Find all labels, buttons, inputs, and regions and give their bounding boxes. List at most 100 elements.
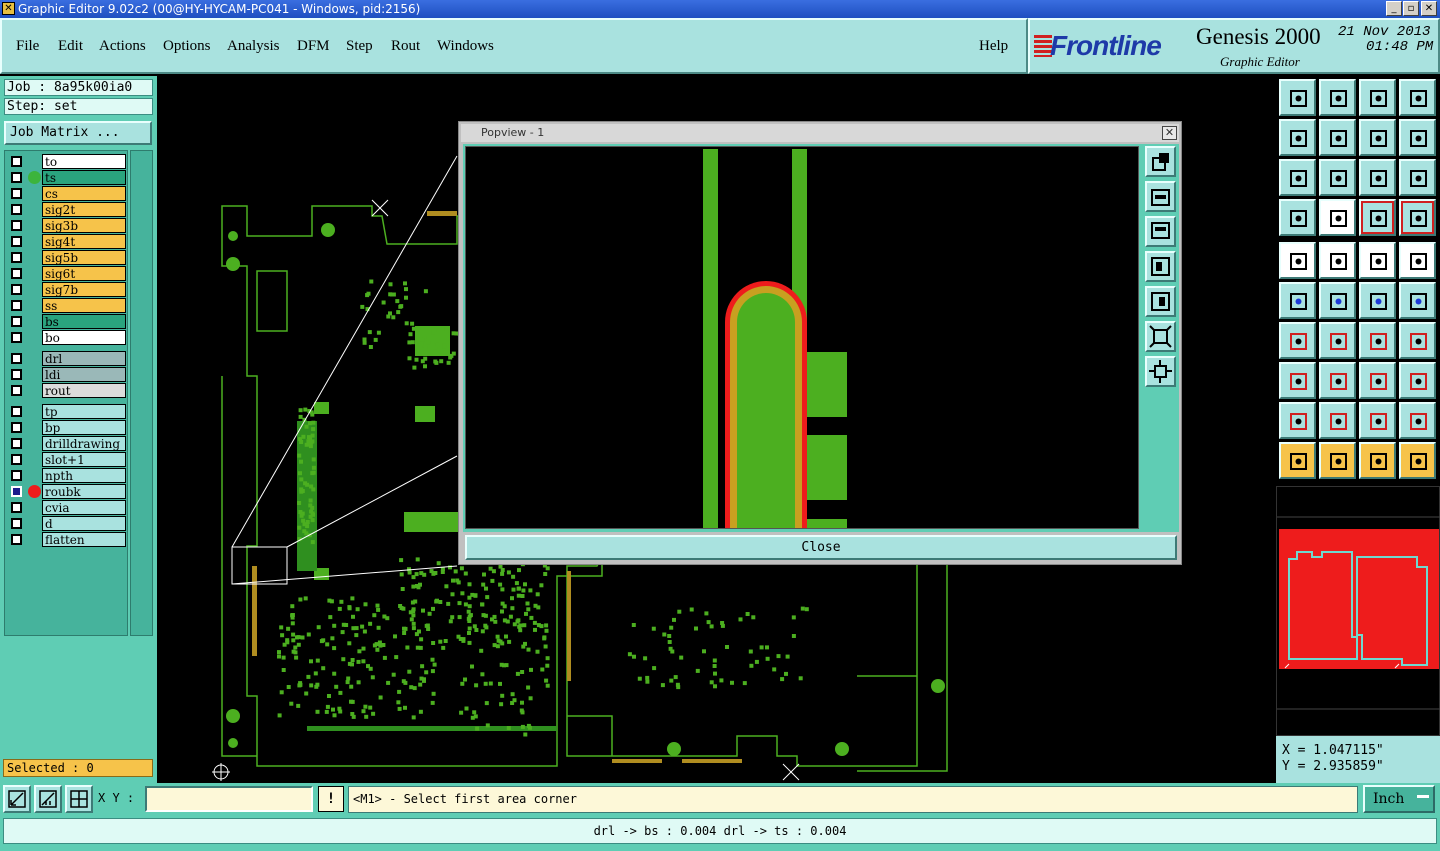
layer-row[interactable]: ldi xyxy=(7,367,127,382)
layer-name[interactable]: slot+1 xyxy=(42,452,126,467)
layer-name[interactable]: drl xyxy=(42,351,126,366)
layer-checkbox[interactable] xyxy=(11,204,22,215)
layer-checkbox[interactable] xyxy=(11,534,22,545)
layer-name[interactable]: bo xyxy=(42,330,126,345)
pan-up-icon[interactable] xyxy=(1319,79,1356,116)
layer-checkbox[interactable] xyxy=(11,300,22,311)
query-icon[interactable] xyxy=(1399,159,1436,196)
zoom-home-icon[interactable] xyxy=(1279,79,1316,116)
layer-name[interactable]: ts xyxy=(42,170,126,185)
layer-row[interactable]: bo xyxy=(7,330,127,345)
tools-icon[interactable] xyxy=(1279,199,1316,236)
window-close-button[interactable]: ✕ xyxy=(1421,1,1437,16)
layer-row[interactable]: flatten xyxy=(7,532,127,547)
layer-row[interactable]: ss xyxy=(7,298,127,313)
layer-row[interactable]: drl xyxy=(7,351,127,366)
layer-name[interactable]: sig4t xyxy=(42,234,126,249)
layer-name[interactable]: sig2t xyxy=(42,202,126,217)
select-frame-icon[interactable] xyxy=(1319,442,1356,479)
layer-name[interactable]: drilldrawing xyxy=(42,436,126,451)
layer-checkbox[interactable] xyxy=(11,369,22,380)
dimension-icon[interactable] xyxy=(1359,362,1396,399)
zoom-1-to-1-icon[interactable] xyxy=(1359,159,1396,196)
layer-row[interactable]: sig4t xyxy=(7,234,127,249)
layer-name[interactable]: rout xyxy=(42,383,126,398)
ruler-icon[interactable] xyxy=(1359,242,1396,279)
layer-checkbox[interactable] xyxy=(11,268,22,279)
layer-row[interactable]: cvia xyxy=(7,500,127,515)
xy-input[interactable] xyxy=(145,786,313,812)
popview-zoom-icon[interactable] xyxy=(1145,356,1176,387)
menu-options[interactable]: Options xyxy=(163,38,211,55)
menu-actions[interactable]: Actions xyxy=(99,38,146,55)
angle-icon[interactable] xyxy=(1279,322,1316,359)
minimize-button[interactable]: _ xyxy=(1386,1,1402,16)
triangle-icon[interactable] xyxy=(1279,402,1316,439)
select-net-icon[interactable] xyxy=(1399,442,1436,479)
arc-icon[interactable] xyxy=(1359,322,1396,359)
execute-button[interactable]: ! xyxy=(318,786,344,812)
layer-checkbox[interactable] xyxy=(11,284,22,295)
layer-checkbox[interactable] xyxy=(11,502,22,513)
snap-icon[interactable] xyxy=(1399,282,1436,319)
home-view-icon[interactable] xyxy=(1359,79,1396,116)
popview-zoom-fit-icon[interactable] xyxy=(1145,321,1176,352)
menu-edit[interactable]: Edit xyxy=(58,38,83,55)
layer-checkbox[interactable] xyxy=(11,236,22,247)
move-icon[interactable] xyxy=(1359,282,1396,319)
menu-analysis[interactable]: Analysis xyxy=(227,38,280,55)
line-draw-icon[interactable] xyxy=(1319,242,1356,279)
layer-checkbox[interactable] xyxy=(11,156,22,167)
split-view-icon[interactable] xyxy=(1399,79,1436,116)
grid-icon[interactable] xyxy=(1319,199,1356,236)
layer-name[interactable]: tp xyxy=(42,404,126,419)
line-icon[interactable] xyxy=(1319,362,1356,399)
layer-name[interactable]: bp xyxy=(42,420,126,435)
slope-icon[interactable] xyxy=(1319,322,1356,359)
popview-pan-down-icon[interactable] xyxy=(1145,216,1176,247)
layer-checkbox[interactable] xyxy=(11,172,22,183)
layer-compare-icon[interactable] xyxy=(1399,199,1436,236)
layer-row[interactable]: bp xyxy=(7,420,127,435)
layer-row[interactable]: drilldrawing xyxy=(7,436,127,451)
popview-canvas[interactable] xyxy=(465,146,1139,529)
layer-checkbox[interactable] xyxy=(11,332,22,343)
layer-checkbox[interactable] xyxy=(11,470,22,481)
layer-checkbox[interactable] xyxy=(11,438,22,449)
layer-row[interactable]: rout xyxy=(7,383,127,398)
job-matrix-button[interactable]: Job Matrix ... xyxy=(4,121,152,145)
connect-icon[interactable] xyxy=(1279,282,1316,319)
layer-row[interactable]: sig6t xyxy=(7,266,127,281)
area-icon[interactable] xyxy=(1359,402,1396,439)
layer-row[interactable]: sig3b xyxy=(7,218,127,233)
layer-row[interactable]: sig5b xyxy=(7,250,127,265)
popview-close-icon[interactable]: ✕ xyxy=(1162,126,1177,140)
layer-row[interactable]: d xyxy=(7,516,127,531)
split-icon[interactable] xyxy=(1399,322,1436,359)
popview-pan-right-icon[interactable] xyxy=(1145,286,1176,317)
layer-checkbox[interactable] xyxy=(11,486,22,497)
menu-rout[interactable]: Rout xyxy=(391,38,420,55)
layer-checkbox[interactable] xyxy=(11,353,22,364)
layer-name[interactable]: ldi xyxy=(42,367,126,382)
polygon-icon[interactable] xyxy=(1319,402,1356,439)
layer-name[interactable]: npth xyxy=(42,468,126,483)
menu-windows[interactable]: Windows xyxy=(437,38,494,55)
layer-list-scrollbar[interactable] xyxy=(130,150,153,636)
circle-icon[interactable] xyxy=(1399,242,1436,279)
cross-icon[interactable] xyxy=(1319,282,1356,319)
grid-mode-icon[interactable] xyxy=(65,785,93,813)
layer-name[interactable]: roubk xyxy=(42,484,126,499)
layer-checkbox[interactable] xyxy=(11,385,22,396)
layer-row[interactable]: npth xyxy=(7,468,127,483)
layer-row[interactable]: bs xyxy=(7,314,127,329)
menu-file[interactable]: File xyxy=(16,38,39,55)
popview-pan-left-icon[interactable] xyxy=(1145,251,1176,282)
units-select[interactable]: Inch xyxy=(1363,785,1435,813)
layer-checkbox[interactable] xyxy=(11,406,22,417)
menu-step[interactable]: Step xyxy=(346,38,373,55)
select-pad-icon[interactable] xyxy=(1279,242,1316,279)
layer-name[interactable]: cs xyxy=(42,186,126,201)
layer-checkbox[interactable] xyxy=(11,422,22,433)
menu-help[interactable]: Help xyxy=(979,38,1008,55)
